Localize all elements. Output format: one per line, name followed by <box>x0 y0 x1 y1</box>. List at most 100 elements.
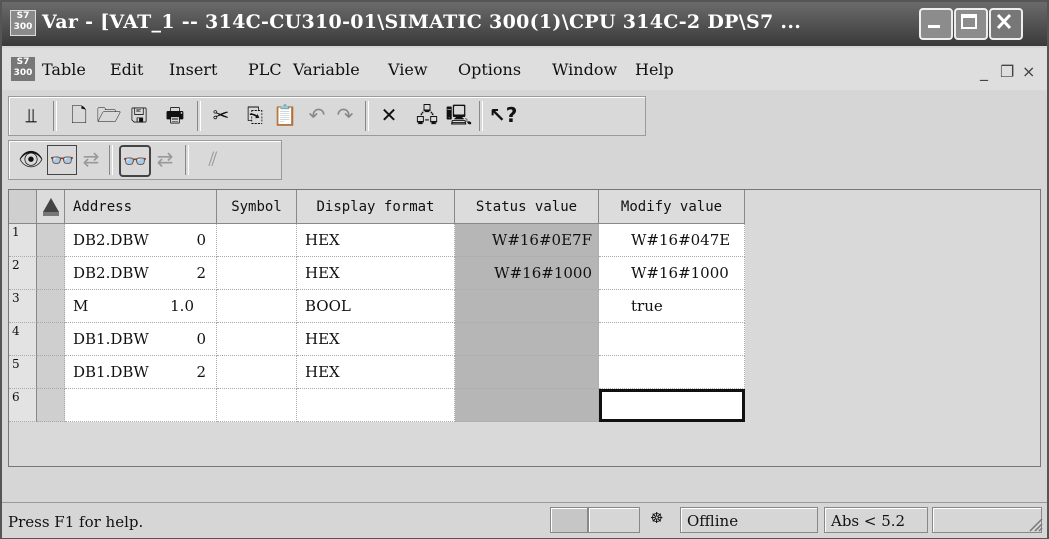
offline-icon[interactable]: 🖳 <box>445 101 473 129</box>
address-area: DB1.DBW <box>73 363 149 381</box>
address-offset: 2 <box>196 264 206 282</box>
row-number[interactable]: 6 <box>9 389 37 422</box>
status-cell[interactable]: W#16#1000 <box>455 257 599 290</box>
symbol-cell[interactable] <box>217 389 297 422</box>
symbol-cell[interactable] <box>217 290 297 323</box>
title-bar[interactable]: S7 300 Var - [VAT_1 -- 314C-CU310-01\SIMA… <box>2 2 1047 46</box>
area-cell[interactable] <box>65 389 217 422</box>
symbol-cell[interactable] <box>217 257 297 290</box>
modify-cell[interactable]: W#16#047E <box>599 224 745 257</box>
status-cell[interactable] <box>455 290 599 323</box>
redo-icon[interactable]: ↷ <box>331 101 359 129</box>
mdi-minimize-icon[interactable]: _ <box>980 62 988 81</box>
format-cell[interactable]: HEX <box>297 356 455 389</box>
address-offset: 0 <box>196 231 206 249</box>
row-number[interactable]: 5 <box>9 356 37 389</box>
close-icon <box>996 13 1012 30</box>
address-offset: 1.0 <box>170 297 194 315</box>
version-status: Abs < 5.2 <box>824 507 928 533</box>
format-cell[interactable]: HEX <box>297 323 455 356</box>
close-button[interactable] <box>989 8 1023 40</box>
online-icon[interactable]: 🖧 <box>413 101 441 129</box>
toolbar-separator <box>53 101 57 131</box>
modify-cell[interactable] <box>599 323 745 356</box>
modify-value-cell-active[interactable] <box>599 389 745 422</box>
menu-help[interactable]: Help <box>635 60 674 79</box>
header-display-format[interactable]: Display format <box>297 190 455 224</box>
modify-cell[interactable] <box>599 356 745 389</box>
area-cell[interactable]: M 1.0 <box>65 290 217 323</box>
toolbar-separator <box>365 101 369 131</box>
menu-plc[interactable]: PLC <box>248 60 282 79</box>
delete-icon[interactable]: ✕ <box>375 101 403 129</box>
monitor-toolbar: 👁 👓 ⇄ 👓 ⇄ ⫽ <box>8 140 282 180</box>
menu-edit[interactable]: Edit <box>110 60 143 79</box>
header-symbol[interactable]: Symbol <box>217 190 297 224</box>
format-cell[interactable]: BOOL <box>297 290 455 323</box>
area-cell[interactable]: DB1.DBW 0 <box>65 323 217 356</box>
menu-view[interactable]: View <box>388 60 428 79</box>
paste-icon[interactable]: 📋 <box>271 101 299 129</box>
row-number[interactable]: 4 <box>9 323 37 356</box>
symbol-cell[interactable] <box>217 224 297 257</box>
menu-insert[interactable]: Insert <box>169 60 217 79</box>
undo-icon[interactable]: ↶ <box>303 101 331 129</box>
format-cell[interactable]: HEX <box>297 257 455 290</box>
row-gutter <box>37 257 65 290</box>
cut-icon[interactable]: ✂ <box>207 101 235 129</box>
monitor-icon[interactable]: 👁 <box>17 145 45 173</box>
header-address[interactable]: Address <box>65 190 217 224</box>
help-icon[interactable]: ↖? <box>489 101 517 129</box>
area-cell[interactable]: DB2.DBW 2 <box>65 257 217 290</box>
menu-bar: S7 300 Table Edit Insert PLC Variable Vie… <box>2 48 1047 90</box>
pin-icon[interactable]: ⫫ <box>17 101 45 129</box>
format-cell[interactable] <box>297 389 455 422</box>
area-cell[interactable]: DB2.DBW 0 <box>65 224 217 257</box>
row-header-corner <box>9 190 37 224</box>
monitor-once-icon[interactable]: 👓 <box>119 145 151 177</box>
format-cell[interactable]: HEX <box>297 224 455 257</box>
select-all-button[interactable] <box>37 190 65 224</box>
symbol-cell[interactable] <box>217 323 297 356</box>
minimize-button[interactable] <box>919 8 953 40</box>
modify-cell[interactable]: true <box>599 290 745 323</box>
modify-once-icon[interactable]: ⇄ <box>151 145 179 173</box>
row-gutter <box>37 224 65 257</box>
window-title: Var - [VAT_1 -- 314C-CU310-01\SIMATIC 30… <box>42 11 802 33</box>
modify-cell[interactable]: W#16#1000 <box>599 257 745 290</box>
status-cell[interactable] <box>455 389 599 422</box>
copy-icon[interactable]: ⎘ <box>241 101 269 129</box>
address-area: M <box>73 297 89 315</box>
row-number[interactable]: 3 <box>9 290 37 323</box>
variable-table: Address Symbol Display format Status val… <box>8 189 1041 467</box>
row-number[interactable]: 1 <box>9 224 37 257</box>
menu-variable[interactable]: Variable <box>293 60 360 79</box>
mdi-restore-icon[interactable]: ❐ <box>1000 62 1014 81</box>
row-number[interactable]: 2 <box>9 257 37 290</box>
save-icon[interactable]: 🖫 <box>125 101 153 129</box>
maximize-button[interactable] <box>954 8 988 40</box>
menu-table[interactable]: Table <box>42 60 86 79</box>
menu-options[interactable]: Options <box>458 60 521 79</box>
monitor-variables-icon[interactable]: 👓 <box>47 145 77 175</box>
symbol-cell[interactable] <box>217 356 297 389</box>
status-bar: Press F1 for help. ☸ Offline Abs < 5.2 <box>2 502 1047 538</box>
header-status-value[interactable]: Status value <box>455 190 599 224</box>
document-icon[interactable]: S7 300 <box>10 56 36 82</box>
open-icon[interactable]: 🗁 <box>95 101 123 129</box>
app-icon[interactable]: S7 300 <box>10 10 36 36</box>
resize-grip-icon[interactable] <box>1028 517 1044 533</box>
print-icon[interactable]: 🖶 <box>161 101 189 129</box>
row-gutter <box>37 389 65 422</box>
area-cell[interactable]: DB1.DBW 2 <box>65 356 217 389</box>
row-gutter <box>37 356 65 389</box>
status-cell[interactable] <box>455 323 599 356</box>
new-icon[interactable]: 🗋 <box>65 101 93 129</box>
mdi-close-icon[interactable]: × <box>1022 62 1035 81</box>
trigger-icon[interactable]: ⫽ <box>199 145 227 173</box>
header-modify-value[interactable]: Modify value <box>599 190 745 224</box>
status-cell[interactable]: W#16#0E7F <box>455 224 599 257</box>
modify-variables-icon[interactable]: ⇄ <box>77 145 105 173</box>
menu-window[interactable]: Window <box>552 60 617 79</box>
status-cell[interactable] <box>455 356 599 389</box>
